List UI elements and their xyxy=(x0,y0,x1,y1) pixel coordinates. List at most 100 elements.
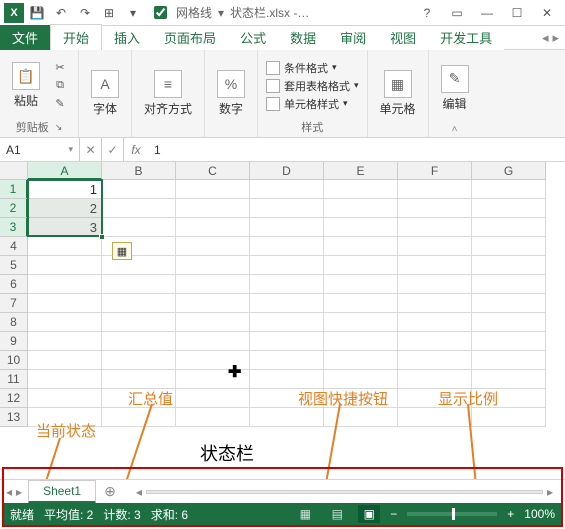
tab-layout[interactable]: 页面布局 xyxy=(152,25,228,50)
cell[interactable] xyxy=(176,180,250,199)
horizontal-scrollbar[interactable]: ◂▸ xyxy=(132,487,557,497)
cell-area[interactable]: 1 2 3 xyxy=(28,180,546,427)
cell[interactable] xyxy=(176,351,250,370)
col-header-b[interactable]: B xyxy=(102,162,176,180)
zoom-out-icon[interactable]: − xyxy=(390,507,397,521)
cell[interactable] xyxy=(472,408,546,427)
cell[interactable] xyxy=(472,256,546,275)
editing-button[interactable]: ✎编辑 xyxy=(437,63,473,114)
cell[interactable] xyxy=(250,180,324,199)
cell[interactable] xyxy=(176,408,250,427)
paste-button[interactable]: 📋 粘贴 xyxy=(8,60,44,111)
cell[interactable] xyxy=(176,199,250,218)
cell-a2[interactable]: 2 xyxy=(28,199,102,218)
tab-data[interactable]: 数据 xyxy=(278,25,328,50)
cell[interactable] xyxy=(324,332,398,351)
zoom-in-icon[interactable]: + xyxy=(507,507,514,521)
sheet-tab[interactable]: Sheet1 xyxy=(28,480,96,504)
cell[interactable] xyxy=(28,294,102,313)
namebox-dropdown-icon[interactable]: ▾ xyxy=(68,144,73,155)
col-header-g[interactable]: G xyxy=(472,162,546,180)
row-header-2[interactable]: 2 xyxy=(0,199,28,218)
cell[interactable] xyxy=(102,275,176,294)
cell[interactable] xyxy=(472,237,546,256)
ribbon-options-icon[interactable]: ▭ xyxy=(443,2,471,24)
cell[interactable] xyxy=(176,237,250,256)
cell[interactable] xyxy=(102,180,176,199)
cell[interactable] xyxy=(398,313,472,332)
view-normal-icon[interactable]: ▦ xyxy=(294,505,316,523)
maximize-icon[interactable]: ☐ xyxy=(503,2,531,24)
cell[interactable] xyxy=(250,294,324,313)
sheet-nav-next-icon[interactable]: ▸ xyxy=(16,485,22,499)
zoom-slider[interactable] xyxy=(407,512,497,516)
row-header-4[interactable]: 4 xyxy=(0,237,28,256)
cell[interactable] xyxy=(472,332,546,351)
cell-styles-button[interactable]: 单元格样式▾ xyxy=(266,96,359,112)
row-header-8[interactable]: 8 xyxy=(0,313,28,332)
view-page-break-icon[interactable]: ▣ xyxy=(358,505,380,523)
cell[interactable] xyxy=(250,351,324,370)
cell[interactable] xyxy=(398,199,472,218)
cell[interactable] xyxy=(250,237,324,256)
cell[interactable] xyxy=(176,218,250,237)
cut-icon[interactable]: ✂ xyxy=(50,60,70,76)
cell[interactable] xyxy=(472,351,546,370)
cell[interactable] xyxy=(28,408,102,427)
qat-icon[interactable]: ⊞ xyxy=(98,2,120,24)
cell[interactable] xyxy=(472,275,546,294)
save-icon[interactable]: 💾 xyxy=(26,2,48,24)
tab-view[interactable]: 视图 xyxy=(378,25,428,50)
tab-review[interactable]: 审阅 xyxy=(328,25,378,50)
ribbon-collapse-icon[interactable]: ˄ xyxy=(452,124,458,135)
cell[interactable] xyxy=(398,370,472,389)
cell[interactable] xyxy=(472,389,546,408)
cell[interactable] xyxy=(102,389,176,408)
cell[interactable] xyxy=(324,408,398,427)
cell-a1[interactable]: 1 xyxy=(28,180,102,199)
cell[interactable] xyxy=(398,294,472,313)
zoom-level[interactable]: 100% xyxy=(524,507,555,521)
cell[interactable] xyxy=(28,389,102,408)
cell[interactable] xyxy=(398,180,472,199)
cell[interactable] xyxy=(398,275,472,294)
cell[interactable] xyxy=(324,313,398,332)
cell[interactable] xyxy=(250,370,324,389)
row-header-12[interactable]: 12 xyxy=(0,389,28,408)
cell[interactable] xyxy=(28,256,102,275)
cell[interactable] xyxy=(102,408,176,427)
col-header-d[interactable]: D xyxy=(250,162,324,180)
name-box[interactable]: A1▾ xyxy=(0,138,80,161)
cell[interactable] xyxy=(324,218,398,237)
qat-dropdown-icon[interactable]: ▾ xyxy=(122,2,144,24)
cell[interactable] xyxy=(176,370,250,389)
tab-scroll-right-icon[interactable]: ▸ xyxy=(552,30,559,46)
minimize-icon[interactable]: — xyxy=(473,2,501,24)
cell[interactable] xyxy=(324,370,398,389)
format-painter-icon[interactable]: ✎ xyxy=(50,96,70,112)
row-header-11[interactable]: 11 xyxy=(0,370,28,389)
smart-tag-icon[interactable]: ▦ xyxy=(112,242,132,260)
select-all-corner[interactable] xyxy=(0,162,28,180)
col-header-e[interactable]: E xyxy=(324,162,398,180)
cell[interactable] xyxy=(176,332,250,351)
cell[interactable] xyxy=(102,294,176,313)
cell[interactable] xyxy=(102,351,176,370)
scroll-left-icon[interactable]: ◂ xyxy=(132,485,146,499)
cell[interactable] xyxy=(324,256,398,275)
cell[interactable] xyxy=(28,332,102,351)
cell[interactable] xyxy=(102,313,176,332)
cell[interactable] xyxy=(250,332,324,351)
align-button[interactable]: ≡对齐方式 xyxy=(140,68,196,119)
cell[interactable] xyxy=(176,256,250,275)
help-icon[interactable]: ? xyxy=(413,2,441,24)
fx-icon[interactable]: fx xyxy=(124,138,148,161)
cell[interactable] xyxy=(324,294,398,313)
cell[interactable] xyxy=(28,370,102,389)
cell[interactable] xyxy=(102,218,176,237)
scroll-right-icon[interactable]: ▸ xyxy=(543,485,557,499)
cell[interactable] xyxy=(324,351,398,370)
cell[interactable] xyxy=(398,218,472,237)
cell[interactable] xyxy=(398,332,472,351)
cell[interactable] xyxy=(102,370,176,389)
